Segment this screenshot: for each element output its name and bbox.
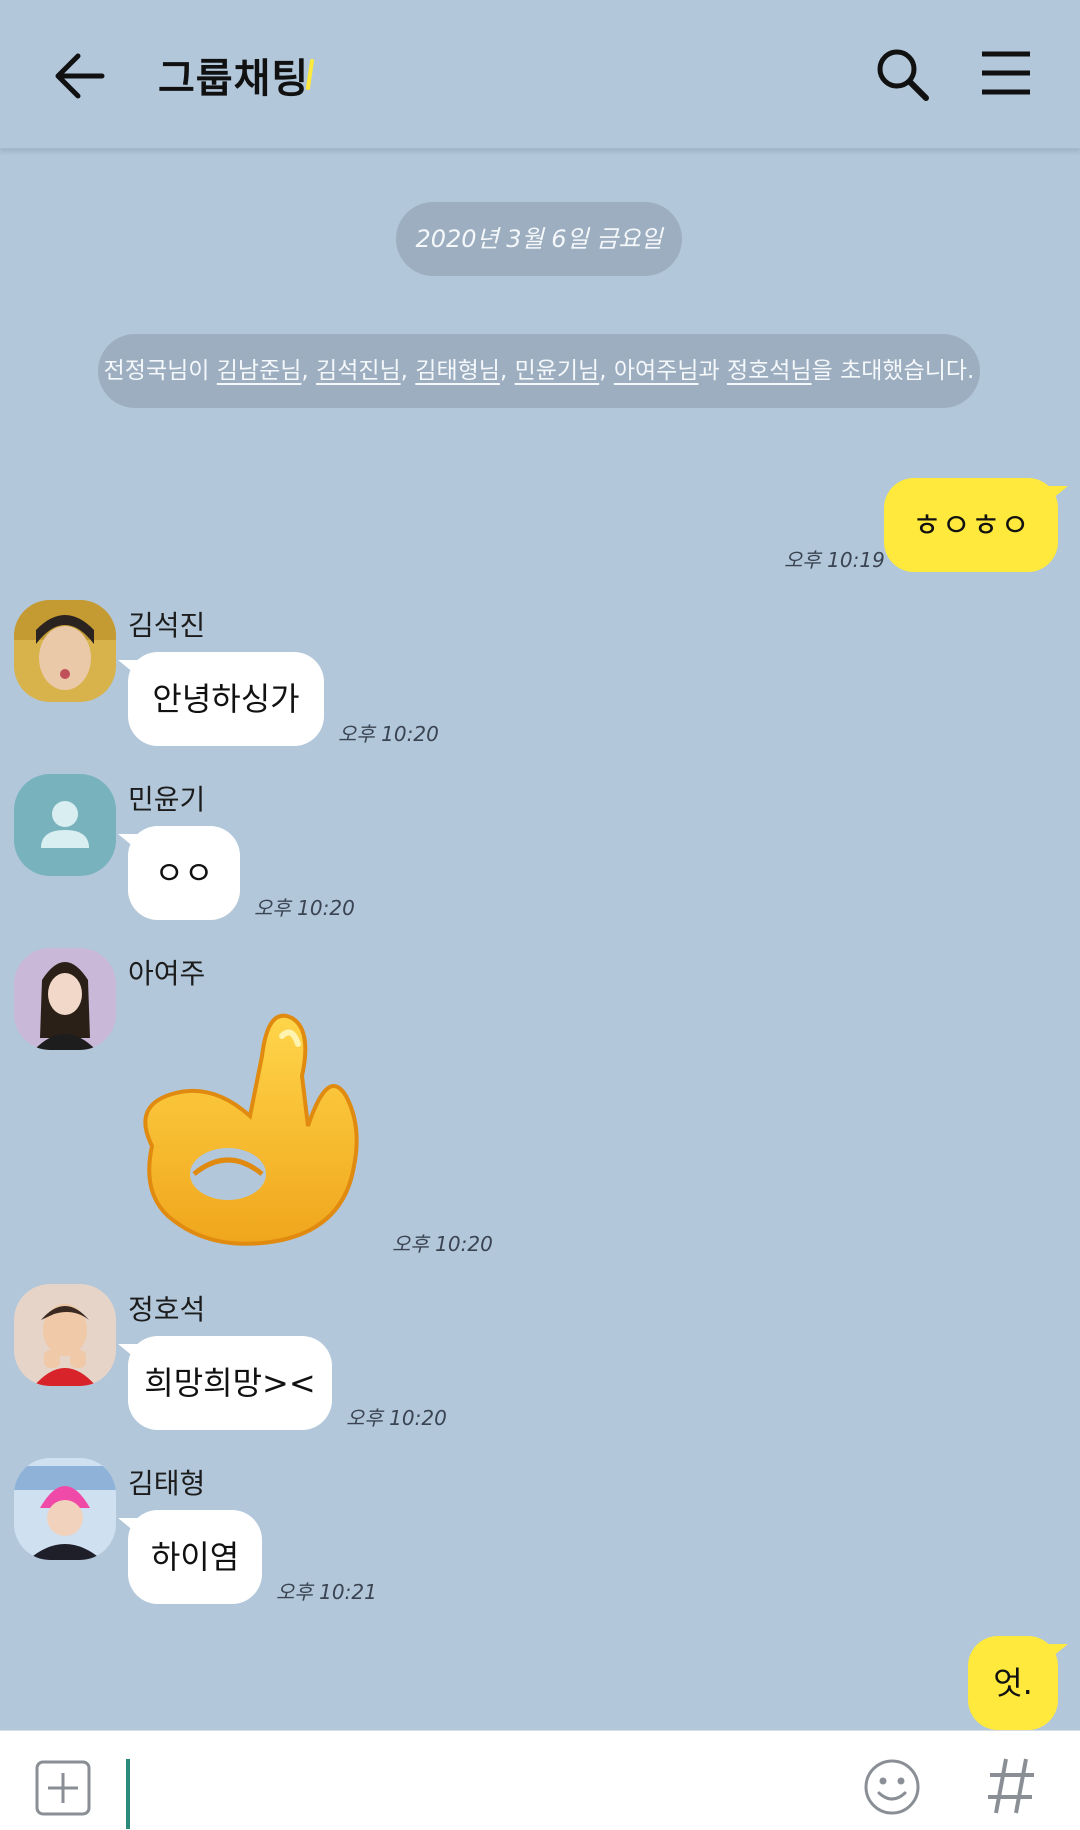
message-input[interactable] xyxy=(134,1751,838,1823)
sender-name: 정호석 xyxy=(128,1293,206,1326)
profile-photo-icon xyxy=(14,948,116,1050)
sender-name: 김태형 xyxy=(128,1467,206,1500)
back-arrow-icon[interactable] xyxy=(44,40,116,112)
invitee-link[interactable]: 김석진님 xyxy=(316,358,401,384)
text-cursor xyxy=(126,1759,130,1829)
invitee-link[interactable]: 민윤기님 xyxy=(515,358,600,384)
profile-photo-icon xyxy=(14,1284,116,1386)
emoticon-icon[interactable] xyxy=(862,1757,922,1817)
message-time: 오후 10:20 xyxy=(346,1406,447,1430)
message-input-bar xyxy=(0,1730,1080,1830)
avatar[interactable] xyxy=(14,1458,116,1560)
message-time: 오후 10:21 xyxy=(276,1580,377,1604)
my-message-bubble[interactable]: 엇. xyxy=(968,1636,1068,1730)
invitee-link[interactable]: 아여주님 xyxy=(614,358,699,384)
search-icon[interactable] xyxy=(872,44,932,104)
my-message-bubble[interactable]: ㅎㅇㅎㅇ xyxy=(884,478,1068,572)
message-bubble[interactable]: 하이염 xyxy=(118,1510,262,1604)
invite-suffix: 을 초대했습니다. xyxy=(811,358,975,384)
ok-hand-sticker[interactable] xyxy=(132,996,368,1252)
message-time: 오후 10:20 xyxy=(338,722,439,746)
message-time: 오후 10:20 xyxy=(392,1232,493,1256)
invitee-link[interactable]: 김태형님 xyxy=(415,358,500,384)
date-divider: 2020년 3월 6일 금요일 xyxy=(396,202,682,276)
message-bubble[interactable]: 희망희망>< xyxy=(118,1336,332,1430)
message-bubble[interactable]: 안녕하싱가 xyxy=(118,652,324,746)
sender-name: 아여주 xyxy=(128,957,206,990)
hamburger-menu-icon[interactable] xyxy=(978,48,1034,98)
profile-photo-icon xyxy=(14,600,116,702)
avatar[interactable] xyxy=(14,600,116,702)
avatar[interactable] xyxy=(14,774,116,876)
avatar[interactable] xyxy=(14,1284,116,1386)
sender-name: 민윤기 xyxy=(128,783,206,816)
title-accent-mark xyxy=(306,59,314,90)
sender-name: 김석진 xyxy=(128,609,206,642)
message-time: 오후 10:19 xyxy=(784,548,885,572)
avatar[interactable] xyxy=(14,948,116,1050)
invitee-link[interactable]: 김남준님 xyxy=(217,358,302,384)
invite-notice: 전정국님이 김남준님, 김석진님, 김태형님, 민윤기님, 아여주님과 정호석님… xyxy=(98,334,980,408)
chat-title: 그룹채팅 xyxy=(158,56,310,102)
hashtag-icon[interactable] xyxy=(984,1753,1038,1819)
plus-square-icon[interactable] xyxy=(34,1759,92,1817)
chat-header: 그룹채팅 xyxy=(0,0,1080,149)
invitee-link[interactable]: 정호석님 xyxy=(727,358,812,384)
message-time: 오후 10:20 xyxy=(254,896,355,920)
profile-photo-icon xyxy=(14,1458,116,1560)
default-profile-icon xyxy=(41,801,89,848)
inviter-text: 전정국님이 xyxy=(103,358,210,384)
message-bubble[interactable]: ㅇㅇ xyxy=(118,826,240,920)
